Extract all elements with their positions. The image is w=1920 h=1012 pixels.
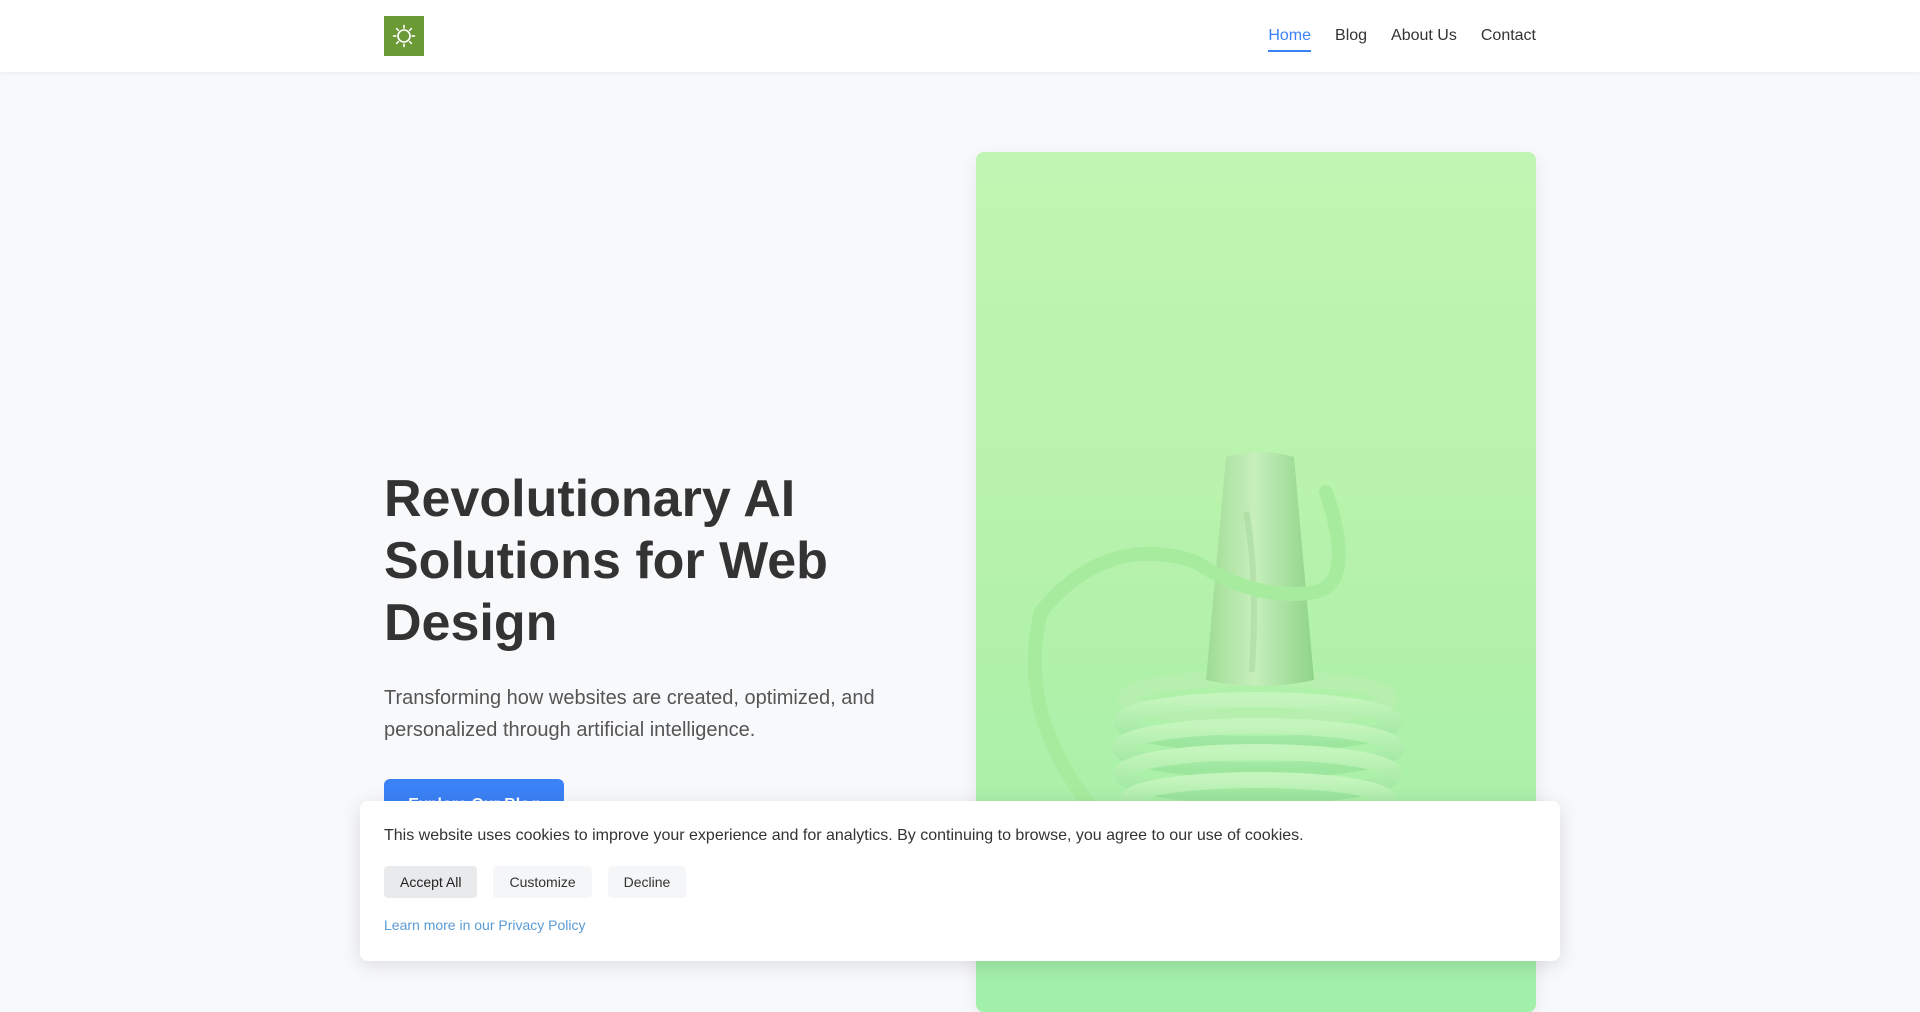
cookie-banner: This website uses cookies to improve you…: [360, 801, 1560, 961]
nav-link-contact[interactable]: Contact: [1481, 21, 1536, 51]
hero-section: Revolutionary AI Solutions for Web Desig…: [384, 468, 924, 746]
decline-button[interactable]: Decline: [607, 866, 687, 898]
main-nav: Home Blog About Us Contact: [1268, 0, 1536, 72]
logo[interactable]: [384, 16, 424, 56]
sun-gear-icon: [392, 24, 416, 48]
nav-link-blog[interactable]: Blog: [1335, 21, 1367, 51]
customize-button[interactable]: Customize: [493, 866, 592, 898]
nav-link-about-us[interactable]: About Us: [1391, 21, 1457, 51]
nav-link-home[interactable]: Home: [1268, 21, 1311, 52]
cookie-message: This website uses cookies to improve you…: [384, 827, 1304, 844]
site-header: Home Blog About Us Contact: [0, 0, 1920, 72]
privacy-policy-link[interactable]: Learn more in our Privacy Policy: [384, 917, 586, 933]
cookie-button-group: Accept All Customize Decline: [384, 866, 687, 898]
hero-title: Revolutionary AI Solutions for Web Desig…: [384, 470, 828, 652]
hero-subtitle: Transforming how websites are created, o…: [384, 687, 875, 741]
accept-all-button[interactable]: Accept All: [384, 866, 478, 898]
